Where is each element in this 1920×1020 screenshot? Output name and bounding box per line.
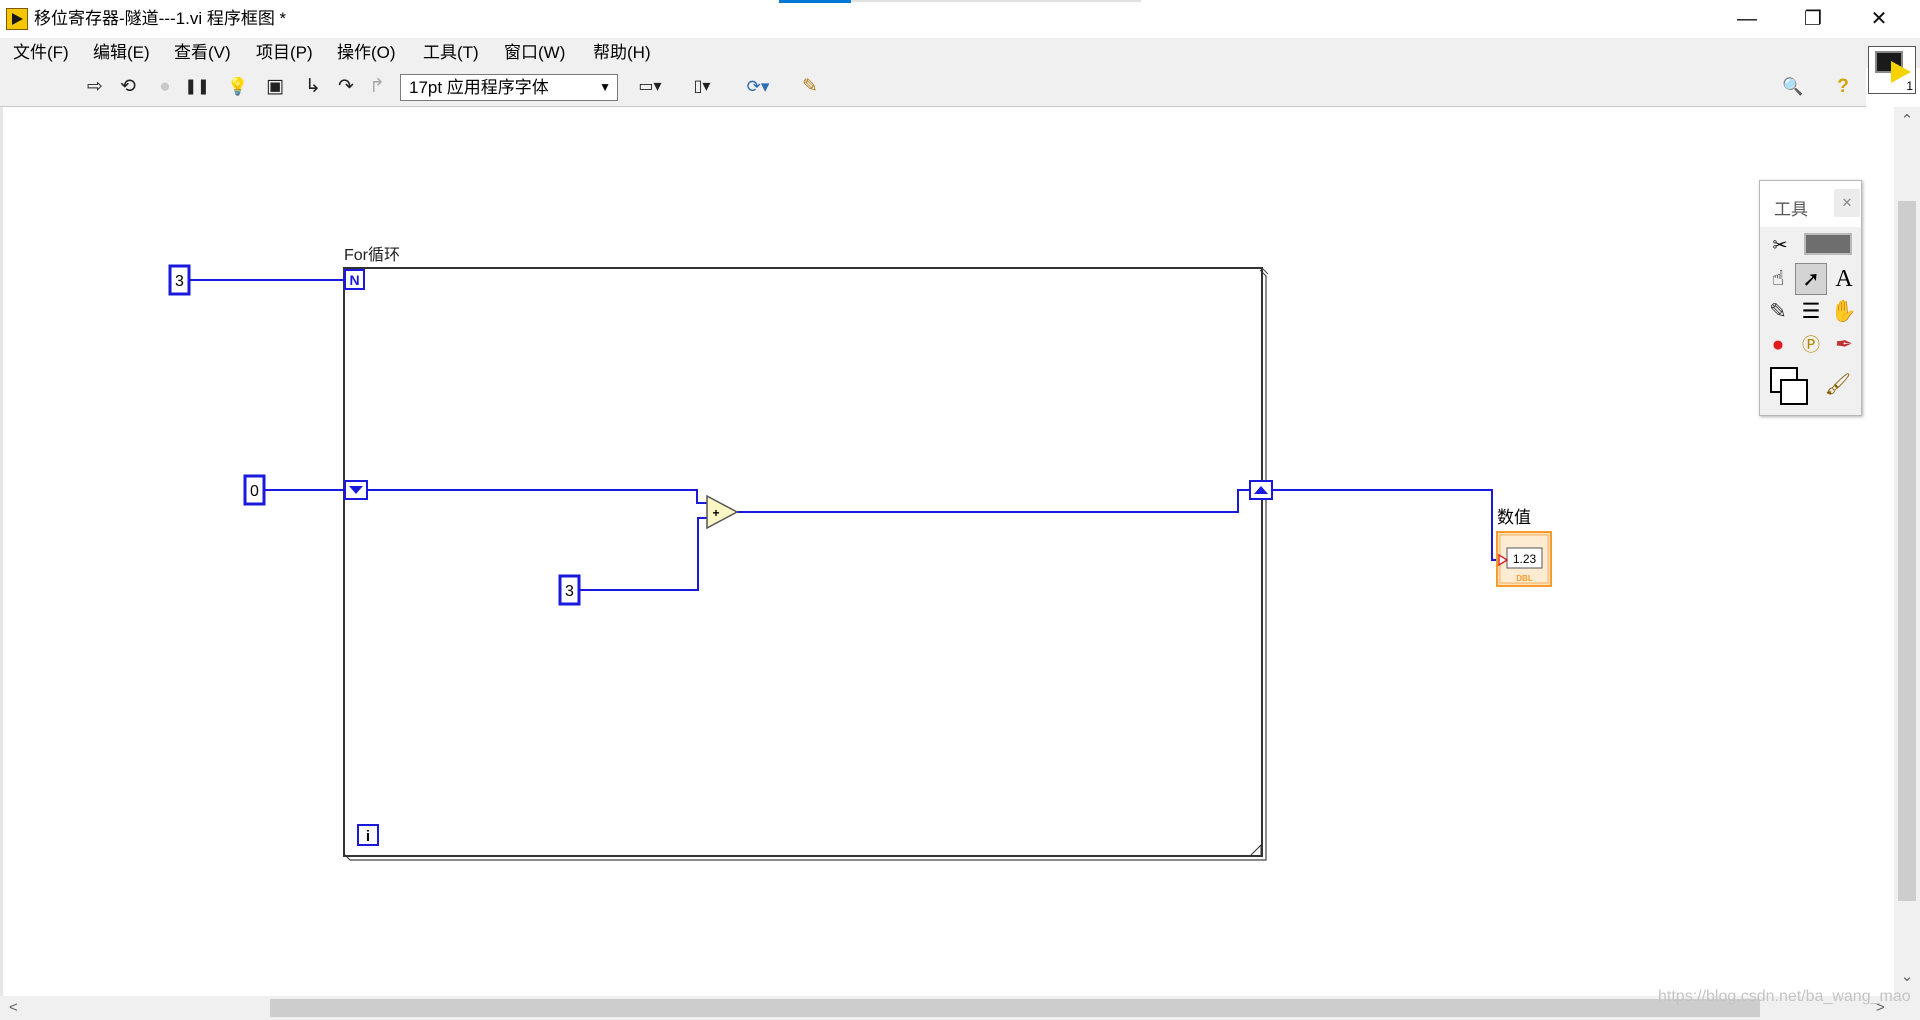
distribute-objects-icon[interactable]: ▯▾ [682,74,722,100]
shift-register-left[interactable] [344,480,368,500]
horizontal-scroll-thumb[interactable] [270,999,1760,1017]
clean-up-diagram-icon[interactable]: ✎ [795,74,825,100]
close-button[interactable]: ✕ [1850,0,1908,38]
auto-tool-icon[interactable]: ✂ [1764,229,1796,261]
title-bar: 移位寄存器-隧道---1.vi 程序框图 * — ❐ ✕ [0,0,1920,38]
abort-execution-icon[interactable]: ● [152,74,178,100]
shortcut-menu-icon[interactable]: ☰ [1795,296,1827,328]
loop-count-terminal[interactable]: N [344,269,365,290]
step-over-icon[interactable]: ↷ [333,74,359,100]
window-tab-strip [851,0,1141,2]
window-tab-accent [779,0,851,3]
vi-icon-number: 1 [1906,79,1913,93]
menu-view[interactable]: 查看(V) [174,38,231,68]
toolbar: ⇨ ⟲ ● ❚❚ 💡 ▣ ↳ ↷ ↱ 17pt 应用程序字体 ▼ ▭▾ ▯▾ ⟳… [0,68,1866,107]
run-continuously-icon[interactable]: ⟲ [115,74,141,100]
align-objects-icon[interactable]: ▭▾ [630,74,670,100]
iteration-terminal[interactable]: i [357,824,379,846]
scroll-left-icon[interactable]: < [9,996,18,1020]
block-diagram[interactable]: For循环 3 N 0 + 3 i 数值 1.23 DBL [0,107,1894,996]
position-tool-icon[interactable]: ➚ [1795,263,1827,295]
led-indicator-icon[interactable] [1804,233,1852,255]
vertical-scroll-thumb[interactable] [1898,201,1916,901]
horizontal-scrollbar[interactable]: < > [0,996,1894,1020]
svg-text:N: N [349,272,359,288]
set-color-icon[interactable] [1766,363,1812,409]
menu-operate[interactable]: 操作(O) [337,38,396,68]
operate-value-icon[interactable]: ☝ [1762,263,1794,295]
diagram-canvas: For循环 3 N 0 + 3 i 数值 1.23 DBL [168,246,1552,861]
get-color-icon[interactable]: ✒ [1828,329,1860,361]
indicator-label: 数值 [1497,508,1531,527]
scroll-window-icon[interactable]: ✋ [1828,296,1860,328]
watermark: https://blog.csdn.net/ba_wang_mao [1658,988,1911,1005]
wire-constant-to-add[interactable] [580,517,707,591]
connect-wire-icon[interactable]: ✎ [1762,296,1794,328]
scroll-up-icon[interactable]: ⌃ [1894,111,1920,129]
window-title: 移位寄存器-隧道---1.vi 程序框图 * [34,9,287,28]
retain-wire-values-icon[interactable]: ▣ [262,74,288,100]
context-help-icon[interactable]: ? [1830,74,1856,100]
probe-icon[interactable]: Ⓟ [1795,329,1827,361]
paintbrush-icon[interactable]: 🖌 [1822,369,1854,401]
menu-tools[interactable]: 工具(T) [423,38,479,68]
menu-file[interactable]: 文件(F) [13,38,69,68]
scroll-down-icon[interactable]: ⌄ [1894,967,1920,985]
tools-palette-title: 工具 [1774,200,1808,219]
count-constant[interactable]: 3 [168,264,191,296]
add-constant[interactable]: 3 [558,574,581,606]
chevron-down-icon: ▼ [599,80,611,94]
font-dropdown[interactable]: 17pt 应用程序字体 ▼ [400,74,618,101]
wire-add-to-shift[interactable] [737,489,1250,513]
svg-text:3: 3 [565,583,574,600]
pause-icon[interactable]: ❚❚ [184,74,210,100]
tools-palette[interactable]: 工具 ✕ ✂ ☝ ➚ A ✎ ☰ ✋ ● Ⓟ ✒ 🖌 [1759,180,1862,416]
vertical-scrollbar[interactable]: ⌃ ⌄ [1894,107,1920,996]
vi-icon[interactable]: 1 [1868,46,1916,94]
menu-help[interactable]: 帮助(H) [593,38,651,68]
menu-window[interactable]: 窗口(W) [504,38,565,68]
svg-text:i: i [366,828,370,845]
close-icon[interactable]: ✕ [1834,189,1860,217]
search-icon[interactable]: 🔍 [1780,74,1806,100]
step-out-icon[interactable]: ↱ [364,74,390,100]
add-node[interactable]: + [706,494,739,530]
wires[interactable] [190,279,1505,591]
numeric-indicator[interactable]: 1.23 DBL [1496,531,1552,587]
labview-app-icon [6,8,28,30]
wire-to-indicator[interactable] [1272,489,1505,561]
svg-text:0: 0 [250,483,259,500]
svg-text:3: 3 [175,273,184,290]
step-into-icon[interactable]: ↳ [300,74,326,100]
breakpoint-icon[interactable]: ● [1762,329,1794,361]
init-constant[interactable]: 0 [243,474,266,506]
highlight-execution-icon[interactable]: 💡 [225,74,251,100]
minimize-button[interactable]: — [1718,0,1776,38]
tools-palette-header: 工具 ✕ [1760,181,1861,227]
menu-edit[interactable]: 编辑(E) [93,38,150,68]
reorder-icon[interactable]: ⟳▾ [738,74,778,100]
wire-shift-to-add[interactable] [367,489,707,504]
for-loop-frame[interactable] [343,267,1269,861]
font-dropdown-value: 17pt 应用程序字体 [409,78,549,97]
run-arrow-icon[interactable]: ⇨ [82,74,108,100]
svg-text:+: + [712,506,719,520]
svg-text:DBL: DBL [1516,574,1533,583]
restore-button[interactable]: ❐ [1784,0,1842,38]
menu-bar: 文件(F) 编辑(E) 查看(V) 项目(P) 操作(O) 工具(T) 窗口(W… [0,38,1920,68]
menu-project[interactable]: 项目(P) [256,38,313,68]
edit-text-icon[interactable]: A [1828,263,1860,295]
svg-text:1.23: 1.23 [1513,552,1537,566]
shift-register-right[interactable] [1249,480,1273,500]
for-loop-label: For循环 [344,246,400,264]
